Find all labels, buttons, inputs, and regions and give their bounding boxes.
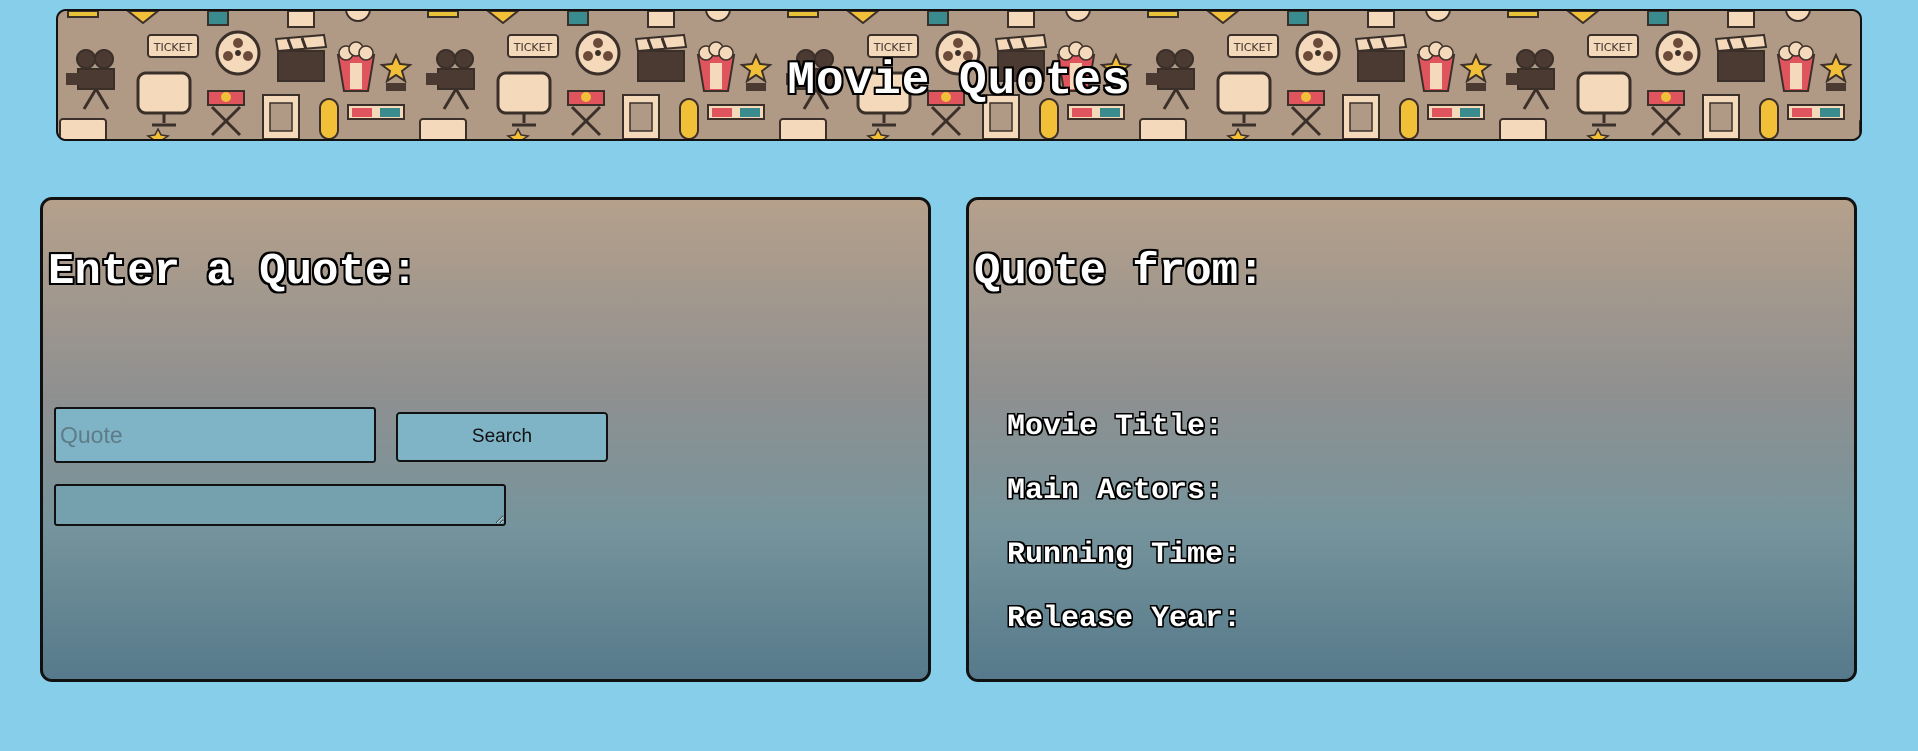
search-panel: Enter a Quote: Search <box>40 197 931 682</box>
search-button[interactable]: Search <box>396 412 608 462</box>
result-panel-heading: Quote from: <box>974 247 1265 297</box>
result-panel: Quote from: Movie Title: Main Actors: Ru… <box>966 197 1857 682</box>
running-time-label: Running Time: <box>1007 538 1242 572</box>
quote-input[interactable] <box>54 407 376 463</box>
page-title: Movie Quotes <box>787 55 1131 107</box>
movie-title-label: Movie Title: <box>1007 410 1224 444</box>
search-panel-heading: Enter a Quote: <box>48 247 418 297</box>
main-actors-label: Main Actors: <box>1007 474 1224 508</box>
header-banner: TICKET <box>56 9 1862 141</box>
release-year-label: Release Year: <box>1007 602 1242 636</box>
movie-info-list: Movie Title: Main Actors: Running Time: … <box>1007 410 1241 666</box>
quote-result-textarea[interactable] <box>54 484 506 526</box>
